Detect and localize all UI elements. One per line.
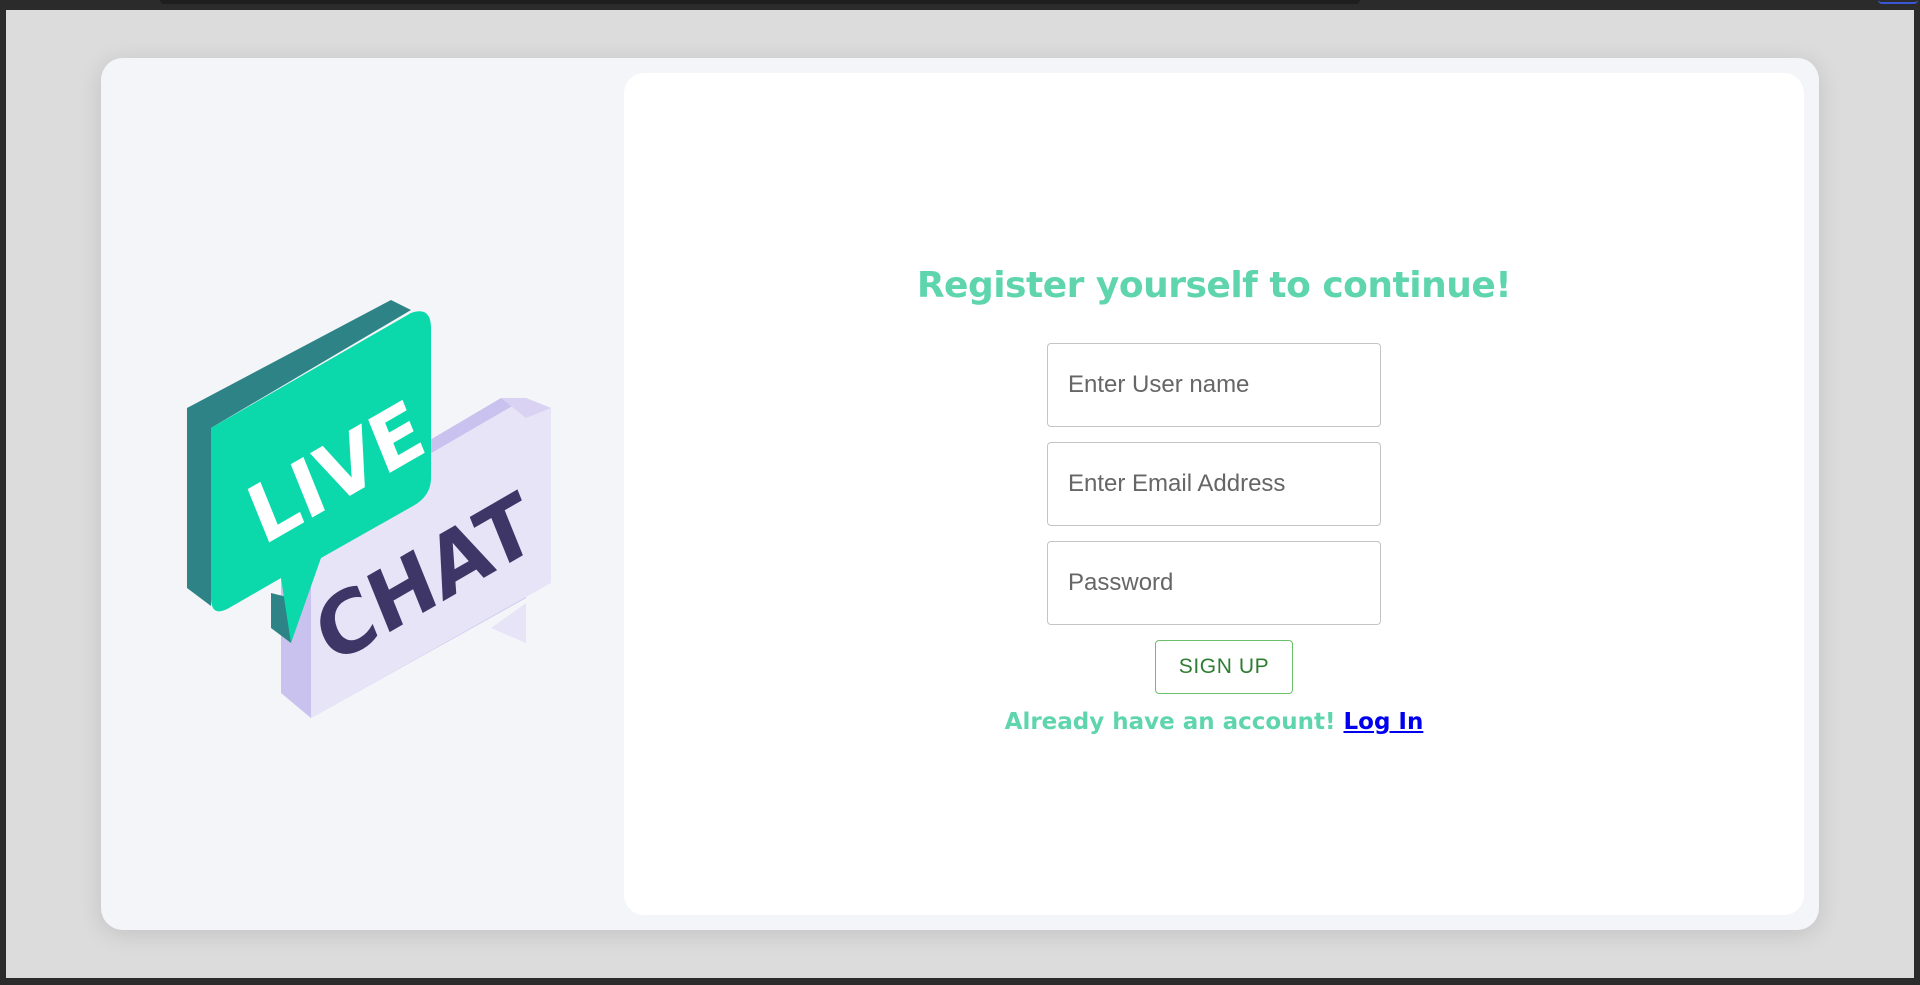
email-input[interactable] xyxy=(1047,442,1381,526)
sign-up-button[interactable]: SIGN UP xyxy=(1155,640,1293,694)
page-viewport: CHAT LIVE Register yourself to continue!… xyxy=(6,10,1914,978)
browser-top-bar xyxy=(0,0,1920,10)
browser-address-bar xyxy=(160,0,1360,4)
page-title: Register yourself to continue! xyxy=(916,265,1512,306)
browser-profile-icon xyxy=(1878,0,1918,4)
username-input[interactable] xyxy=(1047,343,1381,427)
login-link[interactable]: Log In xyxy=(1343,709,1423,735)
register-card: CHAT LIVE Register yourself to continue!… xyxy=(101,58,1819,930)
login-prompt: Already have an account! Log In xyxy=(624,709,1804,735)
already-account-text: Already have an account! xyxy=(1004,709,1336,735)
live-chat-logo: CHAT LIVE xyxy=(181,298,561,738)
password-input[interactable] xyxy=(1047,541,1381,625)
live-chat-logo-graphic: CHAT LIVE xyxy=(187,300,551,718)
register-form-panel: Register yourself to continue! SIGN UP A… xyxy=(624,73,1804,915)
